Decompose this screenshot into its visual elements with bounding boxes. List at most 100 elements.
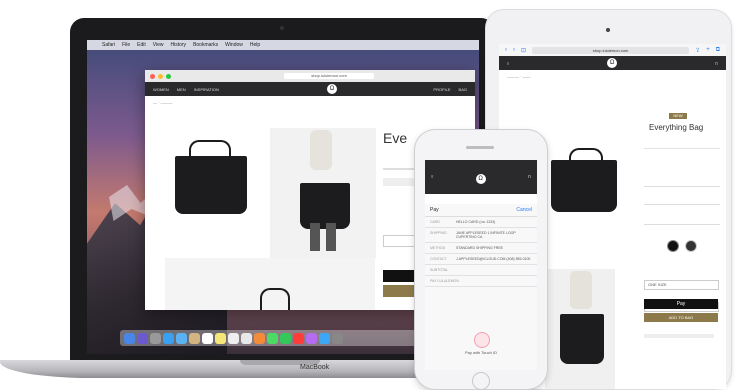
facetime-icon[interactable] xyxy=(280,332,291,344)
shipping-note xyxy=(644,334,714,338)
brand-logo[interactable]: Ω xyxy=(475,174,486,184)
launchpad-icon[interactable] xyxy=(150,332,161,344)
brand-logo[interactable]: Ω xyxy=(607,58,618,68)
menu-item-window[interactable]: Window xyxy=(225,40,243,50)
menu-icon[interactable]: ≡ xyxy=(431,174,433,184)
bag-strap xyxy=(260,288,290,310)
menu-item-view[interactable]: View xyxy=(153,40,164,50)
new-badge: NEW xyxy=(669,113,687,119)
music-icon[interactable] xyxy=(293,332,304,344)
notes-icon[interactable] xyxy=(215,332,226,344)
nav-men[interactable]: MEN xyxy=(177,87,186,92)
zoom-icon[interactable] xyxy=(166,73,171,79)
mail-icon[interactable] xyxy=(176,332,187,344)
siri-icon[interactable] xyxy=(137,332,148,344)
photos-icon[interactable] xyxy=(254,332,265,344)
menu-item-safari[interactable]: Safari xyxy=(102,40,115,50)
size-chart-row[interactable] xyxy=(644,178,720,187)
menu-item-edit[interactable]: Edit xyxy=(137,40,146,50)
apple-pay-sheet: Pay Cancel Card HELLO CARD (•••• 1234) Sh… xyxy=(425,204,537,370)
status-bar xyxy=(425,160,537,172)
close-icon[interactable] xyxy=(150,73,155,79)
new-tab-icon[interactable]: + xyxy=(706,47,710,53)
address-bar[interactable]: shop.lululemon.com xyxy=(284,73,374,79)
pay-row-contact[interactable]: Contact J.APPLESEED@ICLOUD.COM (408) 555-… xyxy=(425,254,537,265)
tabs-icon[interactable]: ⧉ xyxy=(716,47,720,54)
add-to-bag-button[interactable]: ADD TO BAG xyxy=(644,313,718,322)
product-image-1[interactable] xyxy=(545,144,623,234)
row-value xyxy=(456,268,532,272)
window-titlebar: shop.lululemon.com xyxy=(145,70,475,82)
pay-row-total: Pay Lululemon xyxy=(425,276,537,287)
iphone-screen: ≡ Ω ⊓ Pay Cancel Card HELLO CARD (•••• 12… xyxy=(425,160,537,370)
pay-title-text: Pay xyxy=(430,207,439,213)
description-row[interactable] xyxy=(644,194,720,205)
reminders-icon[interactable] xyxy=(228,332,239,344)
safari-icon[interactable] xyxy=(163,332,174,344)
model-leg xyxy=(326,223,336,251)
option-block xyxy=(644,148,720,149)
pay-title: Pay xyxy=(430,207,439,213)
row-key: Method xyxy=(430,246,446,250)
mac-menubar: Safari File Edit View History Bookmarks … xyxy=(87,40,479,50)
home-button[interactable] xyxy=(472,372,490,390)
brand-logo[interactable]: Ω xyxy=(326,84,337,94)
swatch-charcoal[interactable] xyxy=(685,240,697,252)
ipad-toolbar: ‹ › ⊡ shop.lululemon.com ⇪ + ⧉ xyxy=(499,44,726,56)
row-key: Pay Lululemon xyxy=(430,279,459,283)
menu-item-file[interactable]: File xyxy=(122,40,130,50)
forward-icon[interactable]: › xyxy=(513,47,515,53)
maps-icon[interactable] xyxy=(241,332,252,344)
finder-icon[interactable] xyxy=(124,332,135,344)
product-title: Eve xyxy=(383,130,408,146)
nav-women[interactable]: WOMEN xyxy=(153,87,169,92)
ibooks-icon[interactable] xyxy=(306,332,317,344)
bag-icon[interactable]: ⊓ xyxy=(715,61,718,66)
product-image-2[interactable] xyxy=(545,269,615,389)
calendar-icon[interactable] xyxy=(202,332,213,344)
pay-header: Pay Cancel xyxy=(425,204,537,217)
preferences-icon[interactable] xyxy=(332,332,343,344)
bookmarks-icon[interactable]: ⊡ xyxy=(521,47,526,54)
cancel-button[interactable]: Cancel xyxy=(516,207,532,213)
row-value: STANDARD SHIPPING FREE xyxy=(456,246,503,250)
iphone-site-header: ≡ Ω ⊓ xyxy=(425,160,537,194)
back-icon[interactable]: ‹ xyxy=(505,47,507,53)
swatch-black[interactable] xyxy=(667,240,679,252)
fingerprint-icon[interactable] xyxy=(474,332,490,348)
row-key: Shipping xyxy=(430,231,447,235)
minimize-icon[interactable] xyxy=(158,73,163,79)
row-value: HELLO CARD (•••• 1234) xyxy=(456,220,496,224)
menu-item-history[interactable]: History xyxy=(171,40,187,50)
size-select[interactable]: ONE SIZE xyxy=(644,280,719,290)
appstore-icon[interactable] xyxy=(319,332,330,344)
pay-row-card[interactable]: Card HELLO CARD (•••• 1234) xyxy=(425,217,537,228)
model-leg xyxy=(310,223,320,251)
pay-row-shipping[interactable]: Shipping JANE APPLESEED 1 INFINITE LOOP C… xyxy=(425,228,537,243)
product-image-1[interactable] xyxy=(167,130,253,250)
macbook-label: MacBook xyxy=(300,364,330,371)
color-row[interactable] xyxy=(644,216,720,225)
product-title: Everything Bag xyxy=(649,123,704,132)
address-bar[interactable]: shop.lululemon.com xyxy=(532,46,690,54)
camera-icon xyxy=(280,26,284,30)
nav-bag[interactable]: BAG xyxy=(459,87,467,92)
product-image-2[interactable] xyxy=(270,128,376,258)
nav-inspiration[interactable]: INSPIRATION xyxy=(194,87,219,92)
share-icon[interactable]: ⇪ xyxy=(695,47,700,54)
apple-pay-label: Pay xyxy=(676,301,686,307)
menu-icon[interactable]: ≡ xyxy=(507,61,509,66)
menu-item-bookmarks[interactable]: Bookmarks xyxy=(193,40,218,50)
messages-icon[interactable] xyxy=(267,332,278,344)
contacts-icon[interactable] xyxy=(189,332,200,344)
row-value: JANE APPLESEED 1 INFINITE LOOP CUPERTINO… xyxy=(456,231,516,239)
apple-pay-button[interactable]: Pay xyxy=(644,299,718,309)
pay-row-method[interactable]: Method STANDARD SHIPPING FREE xyxy=(425,243,537,254)
product-image-3[interactable] xyxy=(165,258,375,310)
bag-image xyxy=(551,160,617,212)
bag-image xyxy=(300,183,350,229)
nav-profile[interactable]: PROFILE xyxy=(433,87,450,92)
site-nav: ≡ Ω ⊓ xyxy=(499,56,726,70)
bag-icon[interactable]: ⊓ xyxy=(528,174,531,184)
menu-item-help[interactable]: Help xyxy=(250,40,260,50)
